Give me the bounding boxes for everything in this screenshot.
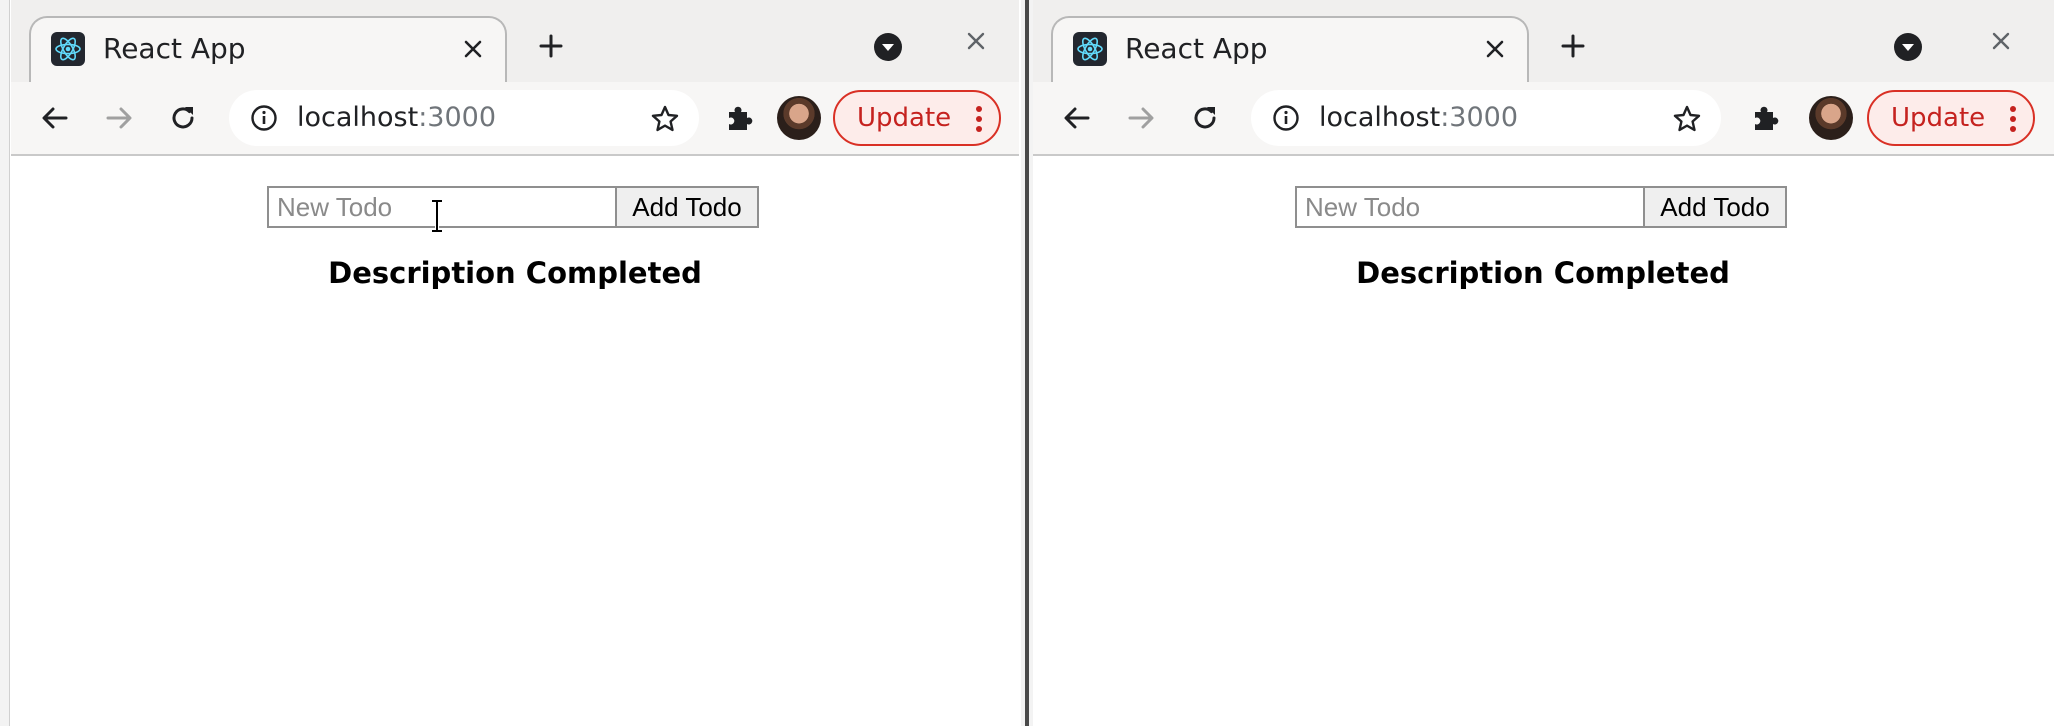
new-tab-plus-icon[interactable] (1555, 28, 1591, 64)
bookmark-star-icon[interactable] (649, 103, 681, 135)
tab-search-dropdown-icon[interactable] (1891, 30, 1925, 64)
desktop-edge (0, 0, 10, 726)
extensions-puzzle-icon[interactable] (1745, 98, 1785, 138)
page-content: Add Todo Description Completed (1033, 156, 2054, 726)
desktop: React App localhost:3000 Update New Todo… (0, 0, 2054, 726)
update-button[interactable]: Update (1867, 90, 2035, 146)
bookmark-star-icon[interactable] (1671, 103, 1703, 135)
new-tab-plus-icon[interactable] (533, 28, 569, 64)
tab-react-app[interactable]: React App (1051, 16, 1529, 84)
url-text: localhost:3000 (297, 102, 496, 133)
address-bar[interactable]: localhost:3000 (229, 90, 699, 146)
new-todo-input[interactable] (1295, 186, 1645, 228)
profile-avatar[interactable] (777, 96, 821, 140)
site-info-icon[interactable] (249, 103, 279, 133)
window-close-icon[interactable] (1986, 26, 2016, 56)
reload-icon[interactable] (1185, 98, 1225, 138)
update-button[interactable]: Update (833, 90, 1001, 146)
forward-arrow-icon[interactable] (1121, 98, 1161, 138)
url-host: localhost (297, 102, 419, 133)
more-menu-icon[interactable] (2007, 106, 2019, 132)
add-todo-button[interactable]: Add Todo (615, 186, 759, 228)
text-cursor-icon (430, 199, 444, 233)
tab-react-app[interactable]: React App (29, 16, 507, 84)
todo-table-header: Description Completed (328, 256, 702, 290)
tab-search-dropdown-icon[interactable] (871, 30, 905, 64)
extensions-puzzle-icon[interactable] (719, 98, 759, 138)
browser-toolbar: localhost:3000 Update (11, 82, 1019, 156)
react-logo-icon (51, 32, 85, 66)
update-label: Update (1891, 103, 1986, 133)
add-todo-button[interactable]: Add Todo (1643, 186, 1787, 228)
forward-arrow-icon[interactable] (99, 98, 139, 138)
react-logo-icon (1073, 32, 1107, 66)
browser-window-left: React App localhost:3000 Update New Todo… (11, 0, 1019, 726)
url-port: :3000 (418, 102, 497, 133)
window-divider (1021, 0, 1033, 726)
page-content: Add Todo Description Completed (11, 156, 1019, 726)
todo-table-header: Description Completed (1356, 256, 1730, 290)
window-close-icon[interactable] (961, 26, 991, 56)
more-menu-icon[interactable] (973, 106, 985, 132)
tab-title: React App (103, 32, 246, 65)
tab-close-icon[interactable] (457, 33, 489, 65)
url-text: localhost:3000 (1319, 102, 1518, 133)
tab-close-icon[interactable] (1479, 33, 1511, 65)
url-port: :3000 (1440, 102, 1519, 133)
tab-strip: React App (1033, 0, 2054, 84)
reload-icon[interactable] (163, 98, 203, 138)
profile-avatar[interactable] (1809, 96, 1853, 140)
site-info-icon[interactable] (1271, 103, 1301, 133)
tab-strip: React App (11, 0, 1019, 84)
browser-window-right: React App localhost:3000 Update New Todo… (1033, 0, 2054, 726)
back-arrow-icon[interactable] (35, 98, 75, 138)
address-bar[interactable]: localhost:3000 (1251, 90, 1721, 146)
url-host: localhost (1319, 102, 1441, 133)
tab-title: React App (1125, 32, 1268, 65)
update-label: Update (857, 103, 952, 133)
back-arrow-icon[interactable] (1057, 98, 1097, 138)
browser-toolbar: localhost:3000 Update (1033, 82, 2054, 156)
